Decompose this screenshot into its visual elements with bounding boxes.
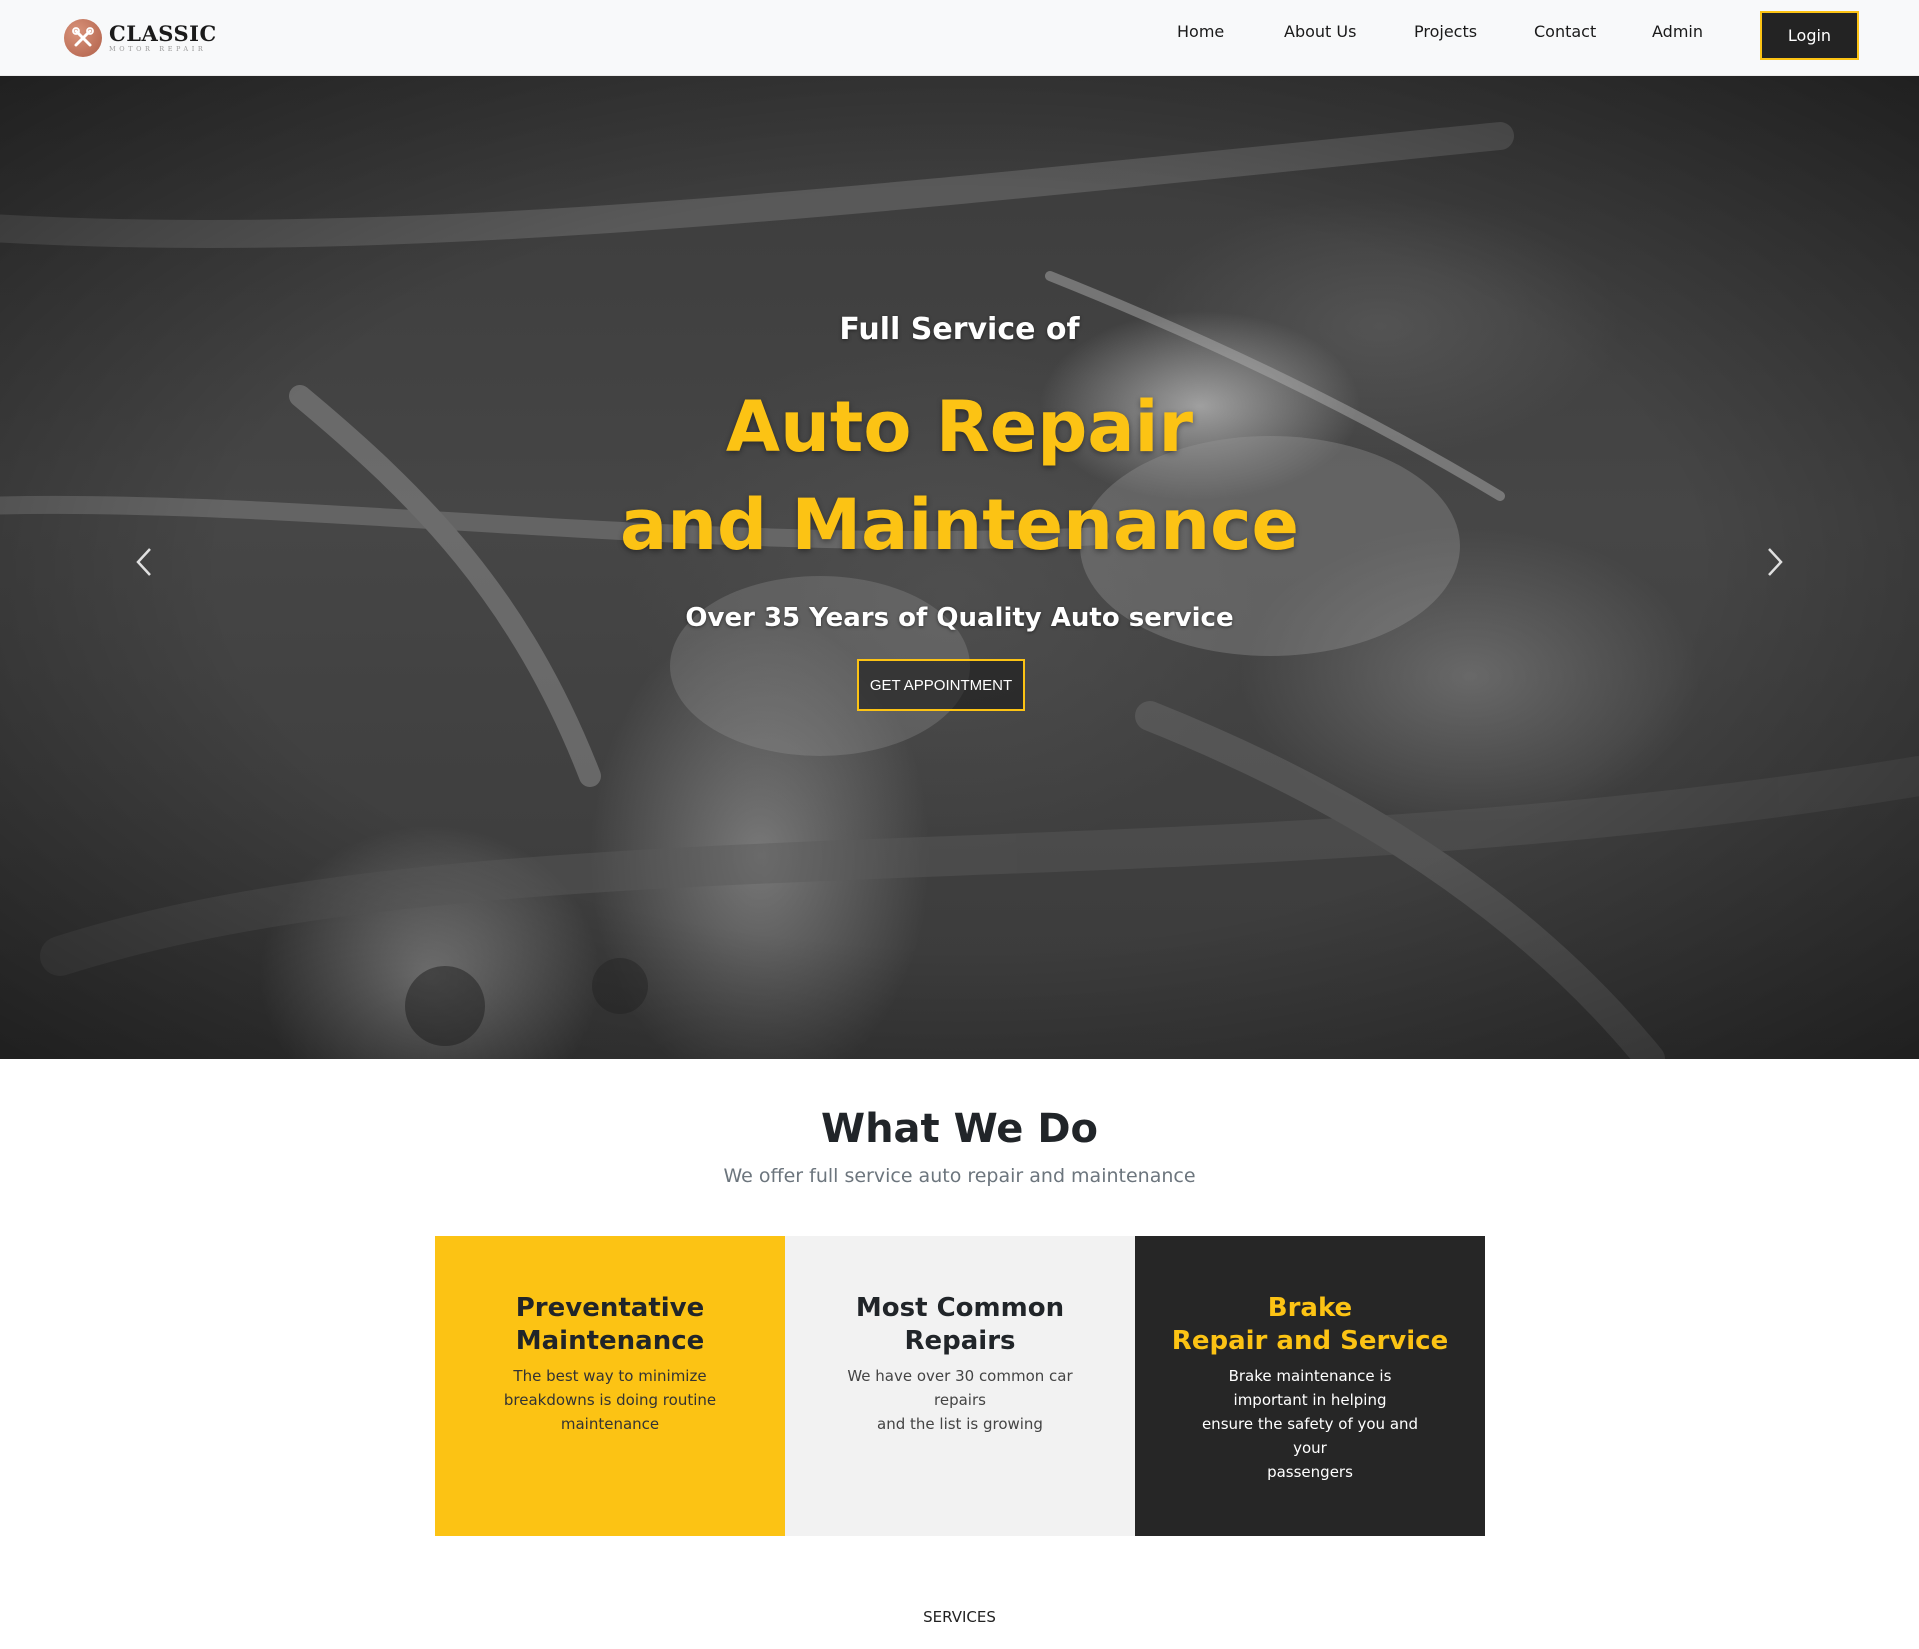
chevron-left-icon — [136, 548, 151, 576]
card-text: We have over 30 common car repairs and t… — [847, 1367, 1073, 1433]
hero-subtitle: Over 35 Years of Quality Auto service — [685, 603, 1234, 633]
nav-about-us[interactable]: About Us — [1284, 22, 1356, 41]
card-title: Brake Repair and Service — [1171, 1293, 1449, 1356]
hero-carousel: Full Service of Auto Repair and Maintena… — [0, 76, 1919, 1059]
hero-pre-title: Full Service of — [839, 312, 1080, 347]
nav-projects[interactable]: Projects — [1414, 22, 1477, 41]
hero-title-line2: and Maintenance — [619, 484, 1300, 566]
carousel-next-button[interactable] — [1760, 542, 1790, 582]
card-text: Brake maintenance is important in helpin… — [1201, 1367, 1419, 1481]
nav-contact[interactable]: Contact — [1534, 22, 1596, 41]
card-text: The best way to minimize breakdowns is d… — [503, 1367, 717, 1433]
what-we-do-title: What We Do — [820, 1106, 1099, 1152]
nav-admin[interactable]: Admin — [1652, 22, 1703, 41]
nav-home[interactable]: Home — [1177, 22, 1224, 41]
hero-title-line1: Auto Repair — [725, 386, 1194, 468]
navbar: CLASSIC MOTOR REPAIR Home About Us Proje… — [0, 0, 1919, 76]
chevron-right-icon — [1768, 548, 1783, 576]
card-preventative-maintenance: Preventative Maintenance The best way to… — [435, 1236, 785, 1536]
get-appointment-button[interactable]: GET APPOINTMENT — [857, 659, 1025, 711]
card-title: Preventative Maintenance — [515, 1293, 705, 1356]
login-button[interactable]: Login — [1760, 11, 1859, 60]
brand-tagline: MOTOR REPAIR — [109, 45, 207, 54]
card-common-repairs: Most Common Repairs We have over 30 comm… — [785, 1236, 1135, 1536]
hero-caption: Full Service of Auto Repair and Maintena… — [0, 76, 1919, 1059]
card-brake-repair: Brake Repair and Service Brake maintenan… — [1135, 1236, 1485, 1536]
what-we-do-subtitle: We offer full service auto repair and ma… — [723, 1165, 1196, 1187]
brand-name: CLASSIC — [109, 21, 217, 47]
brand-logo[interactable]: CLASSIC MOTOR REPAIR — [64, 16, 217, 60]
wrench-logo-icon — [64, 19, 102, 57]
hero-title: Auto Repair and Maintenance — [0, 378, 1919, 574]
services-section-label: SERVICES — [923, 1608, 996, 1626]
card-title: Most Common Repairs — [855, 1293, 1065, 1356]
service-cards: Preventative Maintenance The best way to… — [435, 1236, 1485, 1536]
carousel-prev-button[interactable] — [129, 542, 159, 582]
